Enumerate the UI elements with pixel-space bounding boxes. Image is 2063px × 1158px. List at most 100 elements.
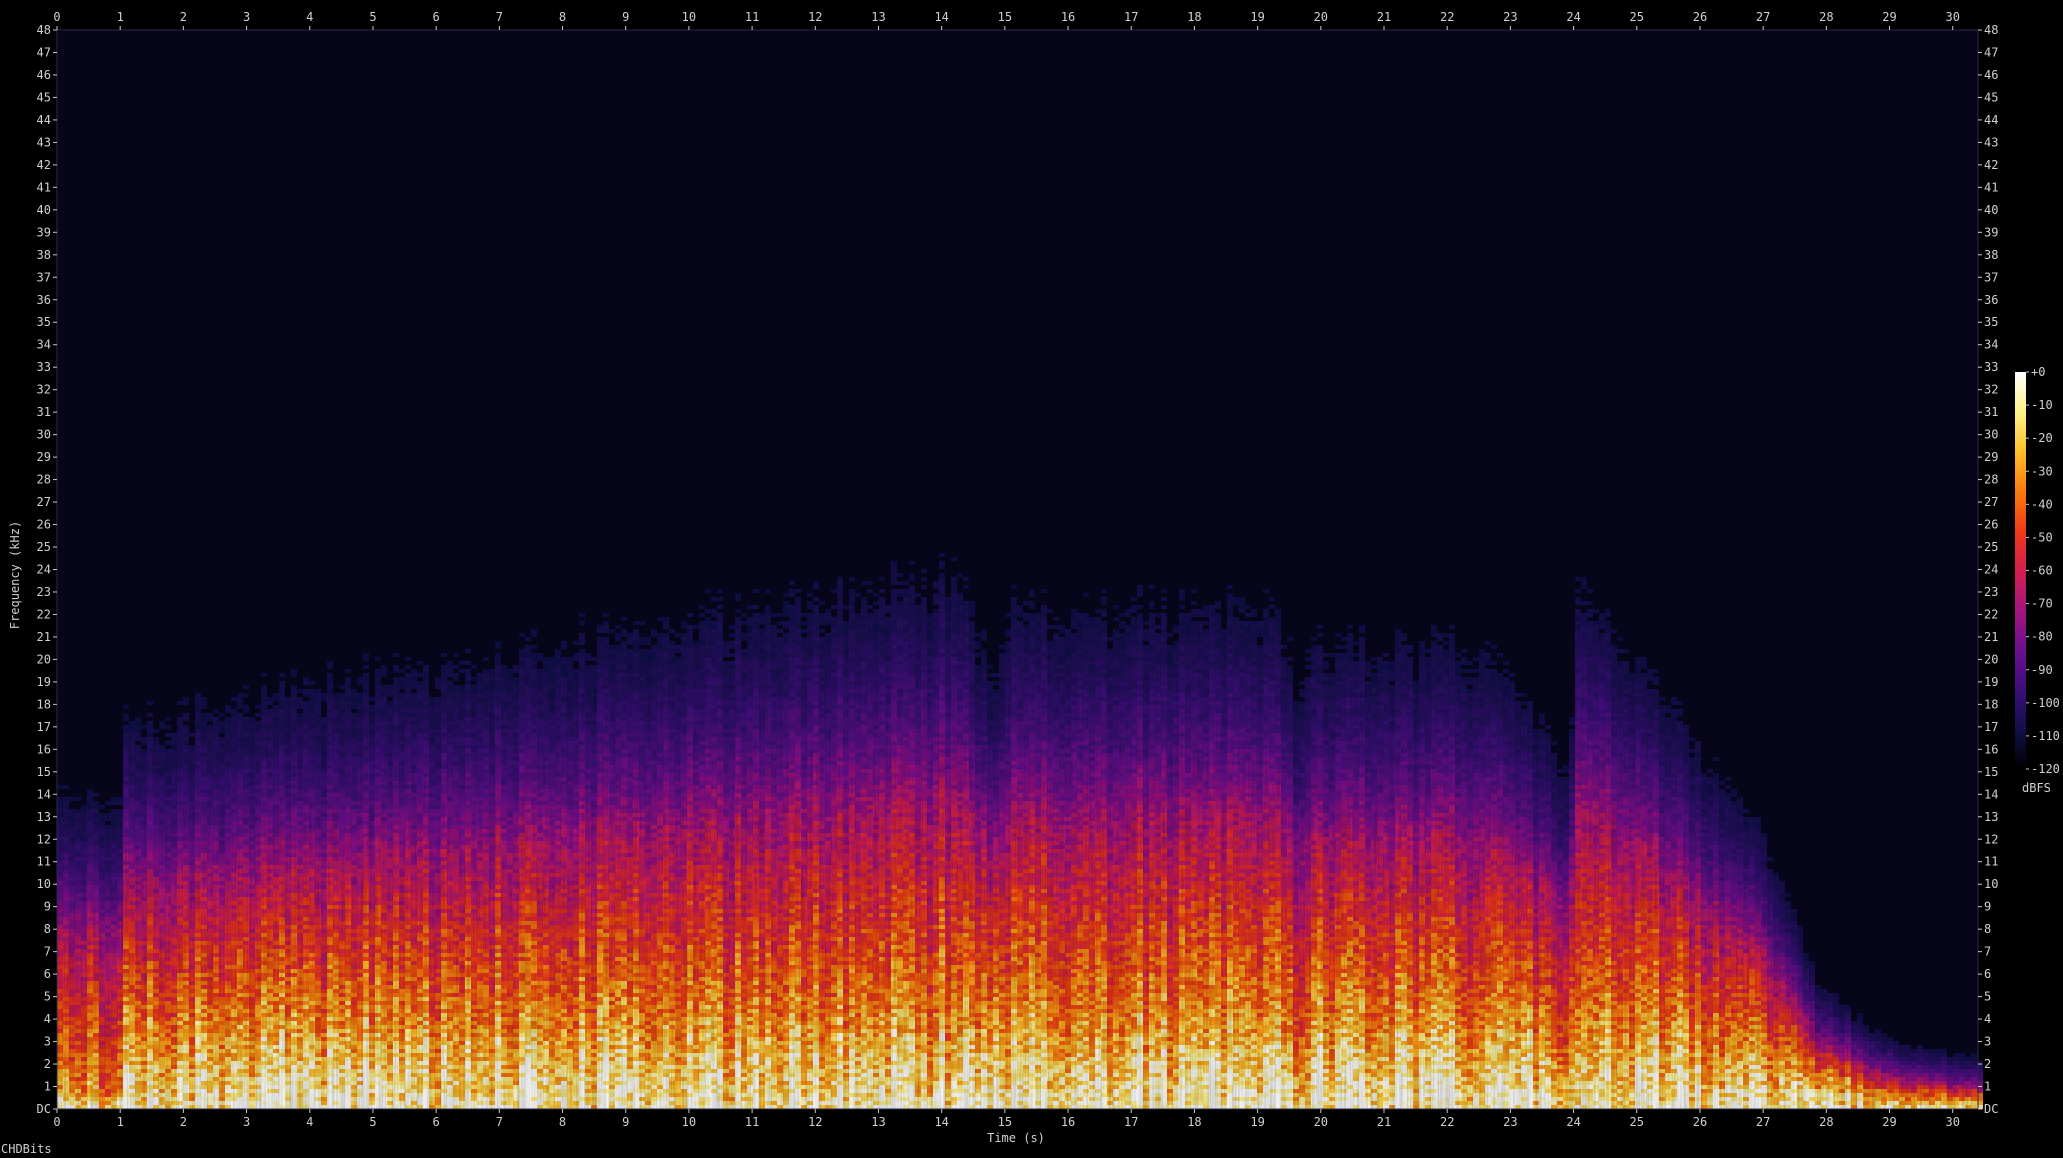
spectrogram-cell	[99, 869, 105, 873]
spectrogram-cell	[87, 869, 93, 873]
spectrogram-cell	[69, 861, 75, 865]
spectrogram-cell	[159, 753, 165, 757]
spectrogram-cell	[153, 1089, 159, 1093]
spectrogram-cell	[141, 1061, 147, 1065]
spectrogram-cell	[57, 969, 63, 973]
spectrogram-cell	[147, 921, 153, 925]
spectrogram-cell	[87, 845, 93, 849]
spectrogram-cell	[135, 745, 141, 749]
spectrogram-cell	[153, 881, 159, 885]
spectrogram-cell	[111, 1033, 117, 1037]
spectrogram-cell	[147, 797, 153, 801]
spectrogram-cell	[141, 945, 147, 949]
spectrogram-cell	[99, 969, 105, 973]
spectrogram-cell	[135, 793, 141, 797]
spectrogram-cell	[147, 857, 153, 861]
spectrogram-cell	[123, 849, 129, 853]
spectrogram-cell	[135, 885, 141, 889]
spectrogram-cell	[147, 701, 153, 705]
spectrogram-cell	[111, 973, 117, 977]
spectrogram-cell	[111, 809, 117, 813]
spectrogram-cell	[63, 901, 69, 905]
spectrogram-cell	[159, 1029, 165, 1033]
spectrogram-cell	[159, 901, 165, 905]
spectrogram-cell	[141, 841, 147, 845]
spectrogram-cell	[159, 965, 165, 969]
spectrogram-cell	[141, 1013, 147, 1017]
spectrogram-cell	[111, 1069, 117, 1073]
spectrogram-cell	[153, 741, 159, 745]
spectrogram-cell	[105, 905, 111, 909]
spectrogram-cell	[93, 1089, 99, 1093]
spectrogram-cell	[123, 805, 129, 809]
spectrogram-cell	[123, 789, 129, 793]
spectrogram-cell	[147, 1085, 153, 1089]
spectrogram-cell	[135, 961, 141, 965]
spectrogram-cell	[153, 785, 159, 789]
spectrogram-cell	[63, 813, 69, 817]
spectrogram-cell	[141, 845, 147, 849]
spectrogram-cell	[105, 861, 111, 865]
spectrogram-cell	[75, 1005, 81, 1009]
spectrogram-cell	[93, 1021, 99, 1025]
spectrogram-cell	[99, 1009, 105, 1013]
spectrogram-cell	[135, 721, 141, 725]
spectrogram-cell	[129, 837, 135, 841]
spectrogram-cell	[81, 1069, 87, 1073]
spectrogram-cell	[57, 809, 63, 813]
spectrogram-cell	[99, 1093, 105, 1097]
spectrogram-cell	[75, 825, 81, 829]
spectrogram-cell	[153, 817, 159, 821]
spectrogram-cell	[165, 1013, 171, 1017]
spectrogram-cell	[153, 1033, 159, 1037]
spectrogram-cell	[153, 977, 159, 981]
spectrogram-cell	[135, 769, 141, 773]
spectrogram-cell	[117, 1069, 123, 1073]
spectrogram-cell	[87, 905, 93, 909]
spectrogram-cell	[81, 841, 87, 845]
spectrogram-cell	[57, 993, 63, 997]
spectrogram-cell	[93, 965, 99, 969]
spectrogram-cell	[153, 833, 159, 837]
spectrogram-cell	[75, 797, 81, 801]
spectrogram-cell	[105, 1089, 111, 1093]
spectrogram-cell	[123, 873, 129, 877]
spectrogram-cell	[87, 945, 93, 949]
spectrogram-cell	[159, 881, 165, 885]
spectrogram-cell	[63, 833, 69, 837]
spectrogram-cell	[117, 833, 123, 837]
spectrogram-cell	[159, 885, 165, 889]
spectrogram-cell	[153, 837, 159, 841]
spectrogram-cell	[75, 1073, 81, 1077]
spectrogram-cell	[123, 1069, 129, 1073]
spectrogram-cell	[93, 905, 99, 909]
spectrogram-cell	[159, 765, 165, 769]
spectrogram-cell	[99, 933, 105, 937]
spectrogram-cell	[87, 917, 93, 921]
spectrogram-cell	[159, 801, 165, 805]
spectrogram-cell	[81, 945, 87, 949]
spectrogram-cell	[57, 1029, 63, 1033]
spectrogram-cell	[57, 821, 63, 825]
spectrogram-cell	[153, 957, 159, 961]
spectrogram-cell	[99, 813, 105, 817]
spectrogram-cell	[153, 753, 159, 757]
spectrogram-cell	[99, 889, 105, 893]
spectrogram-cell	[147, 769, 153, 773]
spectrogram-cell	[63, 845, 69, 849]
spectrogram-cell	[123, 905, 129, 909]
spectrogram-cell	[117, 949, 123, 953]
spectrogram-cell	[147, 761, 153, 765]
spectrogram-cell	[99, 1041, 105, 1045]
spectrogram-cell	[105, 969, 111, 973]
spectrogram-cell	[63, 849, 69, 853]
spectrogram-cell	[147, 977, 153, 981]
spectrogram-cell	[111, 829, 117, 833]
spectrogram-cell	[117, 965, 123, 969]
spectrogram-cell	[87, 853, 93, 857]
spectrogram-cell	[75, 1089, 81, 1093]
spectrogram-cell	[135, 717, 141, 721]
spectrogram-cell	[69, 1069, 75, 1073]
spectrogram-cell	[75, 1009, 81, 1013]
spectrogram-cell	[123, 1041, 129, 1045]
